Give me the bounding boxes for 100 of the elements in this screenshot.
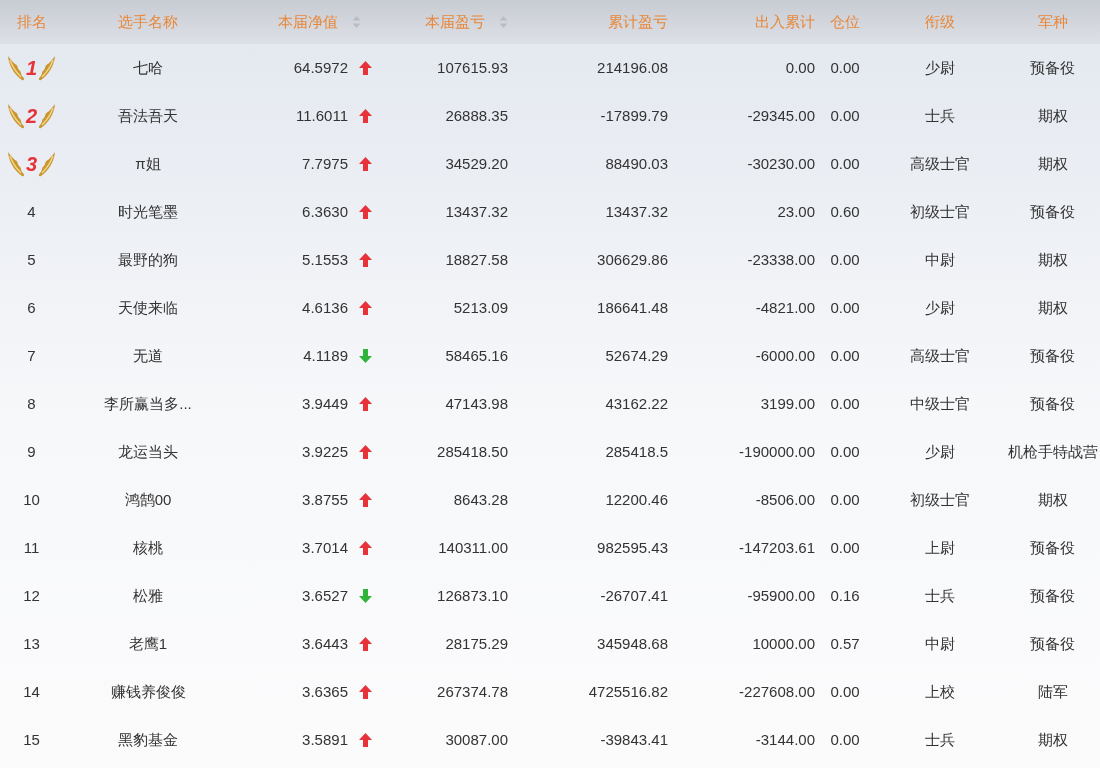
cash-flow-total: -95900.00 (747, 585, 815, 606)
branch-name: 期权 (1037, 250, 1068, 268)
column-header: 仓位 (830, 12, 860, 30)
branch-name: 预备役 (1030, 634, 1075, 652)
net-value: 3.6527 (302, 585, 348, 606)
position-ratio: 0.00 (830, 682, 860, 700)
branch-name: 期权 (1037, 154, 1068, 172)
cumulative-profit: 345948.68 (597, 633, 668, 654)
player-name: 天使来临 (118, 298, 178, 316)
wing-icon (5, 54, 26, 82)
player-name: 松雅 (133, 586, 163, 604)
profit-value: 34529.20 (445, 153, 508, 174)
rank-title: 中尉 (925, 634, 955, 652)
rank-title: 士兵 (925, 586, 955, 604)
player-name: 李所赢当多... (104, 394, 192, 412)
net-value: 11.6011 (296, 105, 348, 126)
cumulative-profit: -39843.41 (600, 729, 668, 750)
player-name: 鸿鹄00 (124, 490, 172, 508)
rank-title: 少尉 (925, 298, 955, 316)
cumulative-profit: 306629.86 (597, 249, 668, 270)
profit-value: 107615.93 (437, 57, 508, 78)
rank-number: 8 (27, 394, 36, 412)
position-ratio: 0.00 (830, 154, 860, 172)
cash-flow-total: 3199.00 (760, 393, 815, 414)
branch-name: 期权 (1037, 730, 1068, 748)
cumulative-profit: 88490.03 (605, 153, 668, 174)
profit-value: 18827.58 (445, 249, 508, 270)
rank-number: 7 (27, 346, 36, 364)
net-value: 3.6365 (302, 681, 348, 702)
cumulative-profit: 186641.48 (597, 297, 668, 318)
cash-flow-total: -29345.00 (747, 105, 815, 126)
player-name: 龙运当头 (118, 442, 178, 460)
rank-number: 13 (23, 634, 40, 652)
sort-icon (499, 15, 508, 29)
net-value: 3.8755 (302, 489, 348, 510)
rank-title: 士兵 (925, 730, 955, 748)
cash-flow-total: -147203.61 (739, 537, 815, 558)
rank-title: 士兵 (925, 106, 955, 124)
rank-title: 初级士官 (910, 490, 970, 508)
rank-number: 2 (25, 106, 38, 126)
position-ratio: 0.00 (830, 250, 860, 268)
branch-name: 预备役 (1030, 538, 1075, 556)
cumulative-profit: -17899.79 (600, 105, 668, 126)
player-name: 老鹰1 (128, 634, 168, 652)
position-ratio: 0.00 (830, 442, 860, 460)
rank-number: 15 (23, 730, 40, 748)
cumulative-profit: 13437.32 (605, 201, 668, 222)
cash-flow-total: -8506.00 (755, 489, 815, 510)
position-ratio: 0.00 (830, 58, 860, 76)
player-name: 时光笔墨 (118, 202, 178, 220)
rank-title: 初级士官 (910, 202, 970, 220)
net-value: 4.1189 (303, 345, 348, 366)
player-name: 七哈 (133, 58, 163, 76)
rank-title: 中级士官 (910, 394, 970, 412)
net-value: 3.7014 (302, 537, 348, 558)
position-ratio: 0.57 (830, 634, 860, 652)
player-name: 赚钱养俊俊 (110, 682, 186, 700)
branch-name: 预备役 (1030, 586, 1075, 604)
cash-flow-total: -227608.00 (739, 681, 815, 702)
position-ratio: 0.00 (830, 298, 860, 316)
rank-number: 1 (25, 58, 38, 78)
column-header[interactable]: 本届净值 (278, 10, 338, 34)
column-header: 出入累计 (755, 11, 815, 32)
rank-number: 6 (27, 298, 36, 316)
net-value: 64.5972 (293, 57, 348, 78)
player-name: 核桃 (133, 538, 163, 556)
rank-number: 4 (27, 202, 36, 220)
position-ratio: 0.00 (830, 346, 860, 364)
rank-number: 14 (23, 682, 40, 700)
profit-value: 30087.00 (445, 729, 508, 750)
cash-flow-total: 23.00 (777, 201, 815, 222)
player-name: 吾法吾天 (118, 106, 178, 124)
wing-icon (37, 150, 58, 178)
wing-icon (37, 102, 58, 130)
column-header: 军种 (1037, 12, 1068, 30)
cash-flow-total: -30230.00 (747, 153, 815, 174)
net-value: 3.9225 (302, 441, 348, 462)
wing-icon (37, 54, 58, 82)
branch-name: 期权 (1037, 106, 1068, 124)
wing-icon (5, 102, 26, 130)
cumulative-profit: 214196.08 (597, 57, 668, 78)
rank-number: 5 (27, 250, 36, 268)
profit-value: 267374.78 (437, 681, 508, 702)
cumulative-profit: -26707.41 (600, 585, 668, 606)
cumulative-profit: 12200.46 (605, 489, 668, 510)
rank-title: 少尉 (925, 58, 955, 76)
cumulative-profit: 43162.22 (605, 393, 668, 414)
sort-icon (352, 15, 361, 29)
branch-name: 预备役 (1030, 58, 1075, 76)
cash-flow-total: -4821.00 (755, 297, 815, 318)
rank-number: 3 (25, 154, 38, 174)
column-header[interactable]: 本届盈亏 (425, 10, 485, 34)
rank-title: 中尉 (925, 250, 955, 268)
player-name: π姐 (135, 154, 161, 172)
wing-icon (5, 150, 26, 178)
column-header: 衔级 (925, 12, 955, 30)
rank-title: 上尉 (925, 538, 955, 556)
cash-flow-total: -23338.00 (747, 249, 815, 270)
rank-number: 11 (23, 538, 40, 556)
profit-value: 126873.10 (437, 585, 508, 606)
